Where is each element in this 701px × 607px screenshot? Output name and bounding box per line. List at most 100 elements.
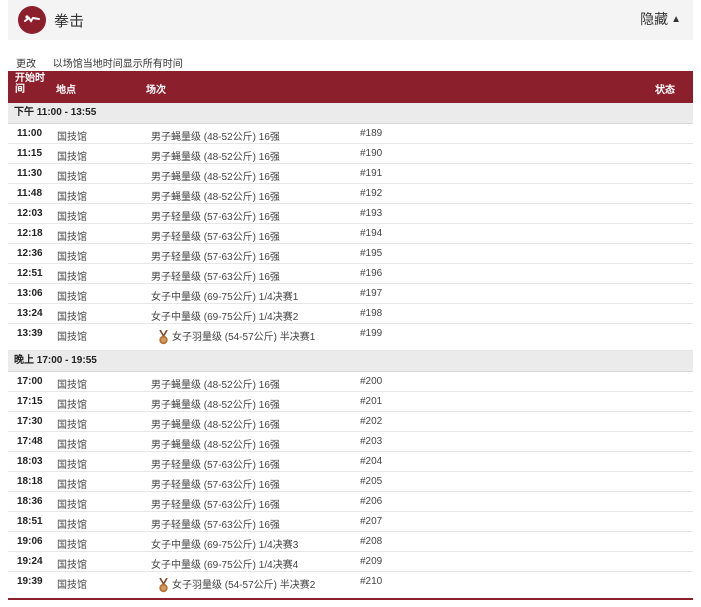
venue-name: 国技馆 bbox=[57, 172, 87, 183]
start-time: 18:51 bbox=[17, 516, 43, 527]
venue-name: 国技馆 bbox=[57, 152, 87, 163]
event-number: #194 bbox=[360, 228, 383, 239]
start-time: 11:00 bbox=[17, 128, 43, 139]
event-name: 女子羽量级 (54-57公斤) 半决赛1 bbox=[172, 332, 316, 343]
table-row[interactable]: 13:39 国技馆 女子羽量级 (54-57公斤) 半决赛1 #199 bbox=[8, 324, 693, 351]
table-row[interactable]: 13:06 国技馆 女子中量级 (69-75公斤) 1/4决赛1 #197 bbox=[8, 284, 693, 304]
event-name: 男子蝇量级 (48-52公斤) 16强 bbox=[151, 400, 280, 411]
event-number: #193 bbox=[360, 208, 383, 219]
start-time: 13:06 bbox=[17, 288, 43, 299]
venue-name: 国技馆 bbox=[57, 460, 87, 471]
venue-name: 国技馆 bbox=[57, 380, 87, 391]
bronze-medal-icon bbox=[159, 330, 168, 345]
venue-name: 国技馆 bbox=[57, 580, 87, 591]
table-row[interactable]: 18:36 国技馆 男子轻量级 (57-63公斤) 16强 #206 bbox=[8, 492, 693, 512]
event-name: 男子轻量级 (57-63公斤) 16强 bbox=[151, 520, 280, 531]
event-number: #206 bbox=[360, 496, 383, 507]
venue-name: 国技馆 bbox=[57, 332, 87, 343]
venue-name: 国技馆 bbox=[57, 440, 87, 451]
table-row[interactable]: 11:48 国技馆 男子蝇量级 (48-52公斤) 16强 #192 bbox=[8, 184, 693, 204]
event-number: #202 bbox=[360, 416, 383, 427]
column-status: 状态 bbox=[655, 85, 675, 96]
table-row[interactable]: 12:36 国技馆 男子轻量级 (57-63公斤) 16强 #195 bbox=[8, 244, 693, 264]
table-row[interactable]: 17:30 国技馆 男子蝇量级 (48-52公斤) 16强 #202 bbox=[8, 412, 693, 432]
start-time: 19:24 bbox=[17, 556, 43, 567]
start-time: 17:48 bbox=[17, 436, 43, 447]
start-time: 12:36 bbox=[17, 248, 43, 259]
event-name: 男子蝇量级 (48-52公斤) 16强 bbox=[151, 440, 280, 451]
table-row[interactable]: 18:03 国技馆 男子轻量级 (57-63公斤) 16强 #204 bbox=[8, 452, 693, 472]
event-number: #200 bbox=[360, 376, 383, 387]
session-header: 下午 11:00 - 13:55 bbox=[8, 103, 693, 124]
start-time: 18:03 bbox=[17, 456, 43, 467]
boxing-icon bbox=[18, 6, 46, 34]
table-row[interactable]: 12:03 国技馆 男子轻量级 (57-63公斤) 16强 #193 bbox=[8, 204, 693, 224]
event-name: 男子轻量级 (57-63公斤) 16强 bbox=[151, 212, 280, 223]
event-number: #210 bbox=[360, 576, 383, 587]
event-number: #191 bbox=[360, 168, 383, 179]
event-name: 男子轻量级 (57-63公斤) 16强 bbox=[151, 460, 280, 471]
event-name: 男子蝇量级 (48-52公斤) 16强 bbox=[151, 192, 280, 203]
event-name: 女子中量级 (69-75公斤) 1/4决赛4 bbox=[151, 560, 299, 571]
event-name: 男子蝇量级 (48-52公斤) 16强 bbox=[151, 172, 280, 183]
venue-name: 国技馆 bbox=[57, 272, 87, 283]
event-name: 女子中量级 (69-75公斤) 1/4决赛1 bbox=[151, 292, 299, 303]
table-row[interactable]: 18:51 国技馆 男子轻量级 (57-63公斤) 16强 #207 bbox=[8, 512, 693, 532]
event-number: #207 bbox=[360, 516, 383, 527]
table-row[interactable]: 17:15 国技馆 男子蝇量级 (48-52公斤) 16强 #201 bbox=[8, 392, 693, 412]
event-name: 男子轻量级 (57-63公斤) 16强 bbox=[151, 272, 280, 283]
event-name: 男子轻量级 (57-63公斤) 16强 bbox=[151, 252, 280, 263]
event-number: #196 bbox=[360, 268, 383, 279]
table-row[interactable]: 17:48 国技馆 男子蝇量级 (48-52公斤) 16强 #203 bbox=[8, 432, 693, 452]
change-timezone-link[interactable]: 更改 bbox=[16, 59, 36, 70]
table-row[interactable]: 13:24 国技馆 女子中量级 (69-75公斤) 1/4决赛2 #198 bbox=[8, 304, 693, 324]
venue-name: 国技馆 bbox=[57, 560, 87, 571]
bronze-medal-icon bbox=[159, 578, 168, 593]
table-row[interactable]: 17:00 国技馆 男子蝇量级 (48-52公斤) 16强 #200 bbox=[8, 372, 693, 392]
table-row[interactable]: 11:30 国技馆 男子蝇量级 (48-52公斤) 16强 #191 bbox=[8, 164, 693, 184]
venue-name: 国技馆 bbox=[57, 480, 87, 491]
event-number: #199 bbox=[360, 328, 383, 339]
venue-name: 国技馆 bbox=[57, 132, 87, 143]
venue-name: 国技馆 bbox=[57, 212, 87, 223]
hide-button[interactable]: 隐藏 ▲ bbox=[640, 9, 681, 29]
table-row[interactable]: 18:18 国技馆 男子轻量级 (57-63公斤) 16强 #205 bbox=[8, 472, 693, 492]
table-row[interactable]: 12:18 国技馆 男子轻量级 (57-63公斤) 16强 #194 bbox=[8, 224, 693, 244]
venue-name: 国技馆 bbox=[57, 500, 87, 511]
start-time: 13:24 bbox=[17, 308, 43, 319]
start-time: 17:15 bbox=[17, 396, 43, 407]
event-name: 男子蝇量级 (48-52公斤) 16强 bbox=[151, 132, 280, 143]
table-row[interactable]: 19:06 国技馆 女子中量级 (69-75公斤) 1/4决赛3 #208 bbox=[8, 532, 693, 552]
schedule-table: 开始时间 地点 场次 状态 下午 11:00 - 13:55 11:00 国技馆 男子… bbox=[8, 71, 693, 599]
event-number: #189 bbox=[360, 128, 383, 139]
column-start-time: 开始时间 bbox=[15, 73, 45, 95]
sport-title: 拳击 bbox=[54, 13, 85, 30]
venue-name: 国技馆 bbox=[57, 520, 87, 531]
sport-header: 拳击 隐藏 ▲ bbox=[8, 0, 693, 40]
event-name: 男子轻量级 (57-63公斤) 16强 bbox=[151, 500, 280, 511]
event-number: #209 bbox=[360, 556, 383, 567]
start-time: 12:18 bbox=[17, 228, 43, 239]
event-number: #195 bbox=[360, 248, 383, 259]
table-row[interactable]: 19:39 国技馆 女子羽量级 (54-57公斤) 半决赛2 #210 bbox=[8, 572, 693, 599]
table-header: 开始时间 地点 场次 状态 bbox=[8, 71, 693, 103]
venue-name: 国技馆 bbox=[57, 252, 87, 263]
start-time: 12:03 bbox=[17, 208, 43, 219]
bottom-divider bbox=[8, 598, 693, 600]
table-row[interactable]: 12:51 国技馆 男子轻量级 (57-63公斤) 16强 #196 bbox=[8, 264, 693, 284]
timezone-notice: 更改 以场馆当地时间显示所有时间 bbox=[16, 55, 183, 70]
start-time: 11:30 bbox=[17, 168, 43, 179]
event-name: 女子羽量级 (54-57公斤) 半决赛2 bbox=[172, 580, 316, 591]
column-event: 场次 bbox=[146, 85, 166, 96]
table-row[interactable]: 11:00 国技馆 男子蝇量级 (48-52公斤) 16强 #189 bbox=[8, 124, 693, 144]
table-row[interactable]: 19:24 国技馆 女子中量级 (69-75公斤) 1/4决赛4 #209 bbox=[8, 552, 693, 572]
session-header: 晚上 17:00 - 19:55 bbox=[8, 351, 693, 372]
event-number: #190 bbox=[360, 148, 383, 159]
chevron-up-icon: ▲ bbox=[671, 14, 681, 25]
venue-name: 国技馆 bbox=[57, 292, 87, 303]
venue-name: 国技馆 bbox=[57, 232, 87, 243]
start-time: 17:30 bbox=[17, 416, 43, 427]
start-time: 18:36 bbox=[17, 496, 43, 507]
start-time: 11:15 bbox=[17, 148, 43, 159]
table-row[interactable]: 11:15 国技馆 男子蝇量级 (48-52公斤) 16强 #190 bbox=[8, 144, 693, 164]
